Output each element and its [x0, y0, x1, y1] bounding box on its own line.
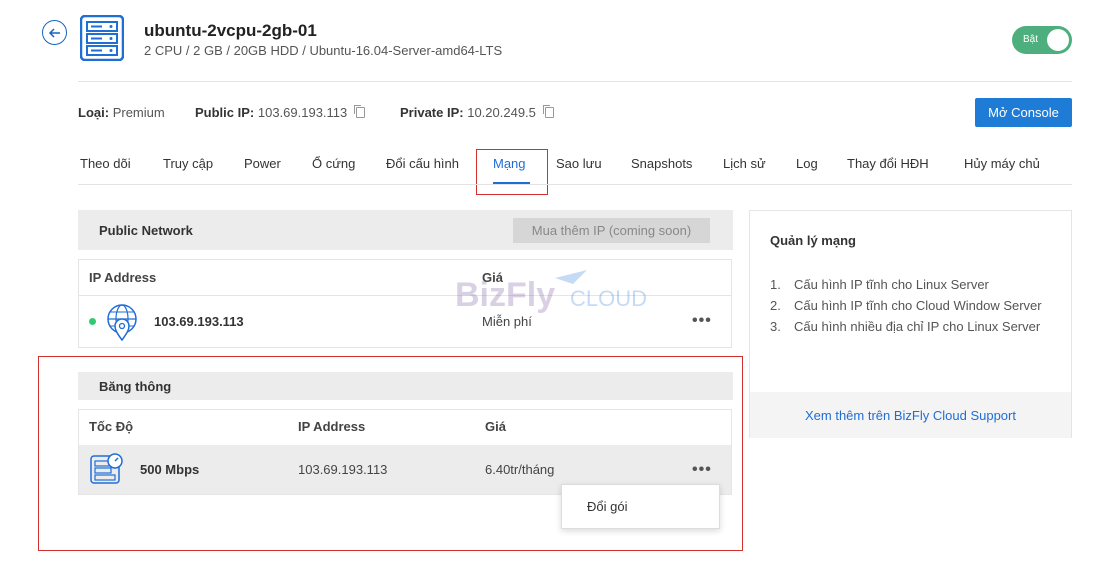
- server-name: ubuntu-2vcpu-2gb-01: [144, 21, 317, 40]
- help-panel-footer: Xem thêm trên BizFly Cloud Support: [750, 392, 1071, 438]
- help-item[interactable]: 3. Cấu hình nhiều địa chỉ IP cho Linux Se…: [770, 316, 1060, 337]
- speed-cell: 500 Mbps: [140, 462, 200, 477]
- tab-highlight-box: [476, 149, 548, 195]
- copy-icon[interactable]: [544, 107, 554, 118]
- tab-thay-doi-hdh[interactable]: Thay đổi HĐH: [847, 156, 929, 171]
- power-toggle[interactable]: Bật: [1012, 26, 1072, 54]
- public-ip-value: 103.69.193.113: [257, 105, 348, 120]
- toggle-knob: [1047, 29, 1069, 51]
- bandwidth-ip-cell: 103.69.193.113: [298, 462, 388, 477]
- public-ip-info: Public IP: 103.69.193.113: [195, 105, 365, 120]
- copy-icon[interactable]: [355, 107, 365, 118]
- column-header: Tốc Độ: [89, 419, 134, 434]
- divider: [78, 81, 1072, 82]
- power-toggle-label: Bật: [1023, 34, 1039, 45]
- tab-power[interactable]: Power: [244, 156, 281, 171]
- watermark-sub: CLOUD: [570, 286, 647, 311]
- tab-doi-cau-hinh[interactable]: Đổi cấu hình: [386, 156, 459, 171]
- server-icon: [80, 15, 124, 61]
- help-list: 1. Cấu hình IP tĩnh cho Linux Server 2. Cấ…: [770, 274, 1060, 337]
- menu-item-change-plan[interactable]: Đổi gói: [587, 499, 627, 514]
- tab-snapshots[interactable]: Snapshots: [631, 156, 692, 171]
- tab-huy-may-chu[interactable]: Hủy máy chủ: [964, 156, 1040, 171]
- bizfly-watermark: BizFly CLOUD: [455, 270, 647, 314]
- tab-sao-luu[interactable]: Sao lưu: [556, 156, 602, 171]
- column-header: Giá: [485, 419, 506, 434]
- column-header: IP Address: [298, 419, 366, 434]
- server-spec: 2 CPU / 2 GB / 20GB HDD / Ubuntu-16.04-S…: [144, 43, 503, 58]
- support-link[interactable]: Xem thêm trên BizFly Cloud Support: [805, 408, 1016, 423]
- watermark-main: BizFly: [455, 276, 555, 314]
- tab-log[interactable]: Log: [796, 156, 818, 171]
- public-ip-cell: 103.69.193.113: [154, 314, 244, 329]
- bandwidth-server-icon: [90, 453, 123, 484]
- more-options-icon[interactable]: •••: [692, 461, 712, 479]
- private-ip-info: Private IP: 10.20.249.5: [400, 105, 554, 120]
- row-action-menu: Đổi gói: [561, 484, 720, 529]
- help-item[interactable]: 2. Cấu hình IP tĩnh cho Cloud Window Serv…: [770, 295, 1060, 316]
- network-help-panel: Quản lý mạng 1. Cấu hình IP tĩnh cho Linu…: [749, 210, 1072, 438]
- tab-o-cung[interactable]: Ổ cứng: [312, 156, 355, 171]
- type-label: Loại:: [78, 105, 110, 120]
- status-online-dot: [89, 318, 96, 325]
- tab-truy-cap[interactable]: Truy cập: [163, 156, 213, 171]
- arrow-left-icon: [48, 27, 60, 38]
- divider: [78, 184, 1072, 185]
- buy-ip-button[interactable]: Mua thêm IP (coming soon): [513, 218, 710, 243]
- bandwidth-price-cell: 6.40tr/tháng: [485, 462, 555, 477]
- globe-location-icon: [107, 304, 137, 341]
- bandwidth-header: Băng thông: [78, 372, 733, 400]
- more-options-icon[interactable]: •••: [692, 312, 712, 330]
- public-network-title: Public Network: [99, 222, 193, 238]
- type-value: Premium: [112, 105, 165, 120]
- help-item[interactable]: 1. Cấu hình IP tĩnh cho Linux Server: [770, 274, 1060, 295]
- bandwidth-title: Băng thông: [99, 378, 172, 394]
- private-ip-value: 10.20.249.5: [467, 105, 536, 120]
- public-ip-label: Public IP:: [195, 105, 255, 120]
- tab-theo-doi[interactable]: Theo dõi: [80, 156, 131, 171]
- tab-lich-su[interactable]: Lịch sử: [723, 156, 766, 171]
- price-cell: Miễn phí: [482, 314, 532, 329]
- private-ip-label: Private IP:: [400, 105, 464, 120]
- open-console-button[interactable]: Mở Console: [975, 98, 1072, 127]
- help-panel-title: Quản lý mạng: [770, 233, 856, 248]
- server-type: Loại: Premium: [78, 105, 165, 120]
- back-button[interactable]: [42, 20, 67, 45]
- column-header: IP Address: [89, 270, 157, 285]
